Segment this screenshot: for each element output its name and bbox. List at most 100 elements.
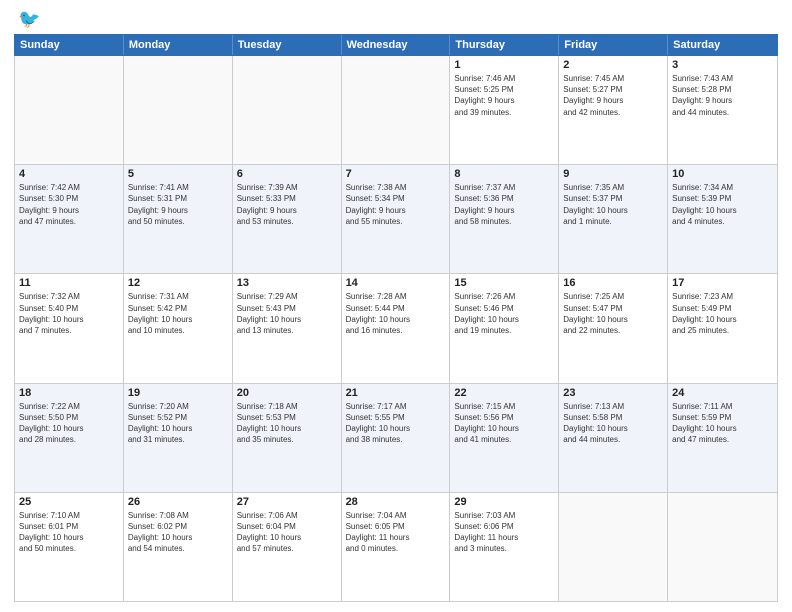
calendar-week-1: 1 Sunrise: 7:46 AM Sunset: 5:25 PM Daylig… [15,56,777,165]
calendar-cell: 16 Sunrise: 7:25 AM Sunset: 5:47 PM Dayli… [559,274,668,382]
calendar-cell: 21Sunrise: 7:17 AM Sunset: 5:55 PM Dayli… [342,384,451,492]
day-number: 8 [454,168,554,180]
calendar-cell: 18 Sunrise: 7:22 AM Sunset: 5:50 PM Dayli… [15,384,124,492]
day-info: Sunrise: 7:15 AM Sunset: 5:56 PM Dayligh… [454,401,554,446]
calendar-cell: 6 Sunrise: 7:39 AM Sunset: 5:33 PM Daylig… [233,165,342,273]
day-number: 3 [672,59,773,71]
day-number: 1 [454,59,554,71]
day-info: Sunrise: 7:18 AM Sunset: 5:53 PM Dayligh… [237,401,337,446]
calendar-cell [233,56,342,164]
calendar-cell: 8 Sunrise: 7:37 AM Sunset: 5:36 PM Daylig… [450,165,559,273]
calendar-week-4: 18 Sunrise: 7:22 AM Sunset: 5:50 PM Dayli… [15,384,777,493]
day-number: 5 [128,168,228,180]
calendar-header-monday: Monday [124,35,233,55]
calendar: SundayMondayTuesdayWednesdayThursdayFrid… [14,34,778,602]
day-info: Sunrise: 7:39 AM Sunset: 5:33 PM Dayligh… [237,182,337,227]
calendar-cell [124,56,233,164]
calendar-header-wednesday: Wednesday [342,35,451,55]
calendar-cell: 20 Sunrise: 7:18 AM Sunset: 5:53 PM Dayli… [233,384,342,492]
day-number: 22 [454,387,554,399]
day-info: Sunrise: 7:22 AM Sunset: 5:50 PM Dayligh… [19,401,119,446]
day-number: 9 [563,168,663,180]
calendar-cell: 27 Sunrise: 7:06 AM Sunset: 6:04 PM Dayli… [233,493,342,601]
calendar-cell [15,56,124,164]
calendar-header-tuesday: Tuesday [233,35,342,55]
calendar-cell: 26 Sunrise: 7:08 AM Sunset: 6:02 PM Dayli… [124,493,233,601]
day-number: 28 [346,496,446,508]
day-number: 7 [346,168,446,180]
calendar-body: 1 Sunrise: 7:46 AM Sunset: 5:25 PM Daylig… [14,56,778,602]
logo: 🐦 [14,10,40,28]
calendar-cell: 10Sunrise: 7:34 AM Sunset: 5:39 PM Dayli… [668,165,777,273]
calendar-cell: 22 Sunrise: 7:15 AM Sunset: 5:56 PM Dayli… [450,384,559,492]
day-info: Sunrise: 7:10 AM Sunset: 6:01 PM Dayligh… [19,510,119,555]
day-number: 6 [237,168,337,180]
day-number: 10 [672,168,773,180]
day-info: Sunrise: 7:41 AM Sunset: 5:31 PM Dayligh… [128,182,228,227]
calendar-cell: 29Sunrise: 7:03 AM Sunset: 6:06 PM Dayli… [450,493,559,601]
day-info: Sunrise: 7:32 AM Sunset: 5:40 PM Dayligh… [19,291,119,336]
calendar-cell: 2 Sunrise: 7:45 AM Sunset: 5:27 PM Daylig… [559,56,668,164]
day-info: Sunrise: 7:46 AM Sunset: 5:25 PM Dayligh… [454,73,554,118]
calendar-week-3: 11 Sunrise: 7:32 AM Sunset: 5:40 PM Dayli… [15,274,777,383]
day-number: 20 [237,387,337,399]
day-number: 16 [563,277,663,289]
calendar-cell: 17Sunrise: 7:23 AM Sunset: 5:49 PM Dayli… [668,274,777,382]
day-info: Sunrise: 7:11 AM Sunset: 5:59 PM Dayligh… [672,401,773,446]
day-number: 13 [237,277,337,289]
calendar-header: SundayMondayTuesdayWednesdayThursdayFrid… [14,34,778,56]
day-number: 25 [19,496,119,508]
day-number: 24 [672,387,773,399]
calendar-week-5: 25 Sunrise: 7:10 AM Sunset: 6:01 PM Dayli… [15,493,777,601]
calendar-cell: 7 Sunrise: 7:38 AM Sunset: 5:34 PM Daylig… [342,165,451,273]
day-info: Sunrise: 7:06 AM Sunset: 6:04 PM Dayligh… [237,510,337,555]
day-number: 27 [237,496,337,508]
day-number: 2 [563,59,663,71]
day-info: Sunrise: 7:13 AM Sunset: 5:58 PM Dayligh… [563,401,663,446]
day-number: 23 [563,387,663,399]
calendar-cell: 19Sunrise: 7:20 AM Sunset: 5:52 PM Dayli… [124,384,233,492]
calendar-week-2: 4 Sunrise: 7:42 AM Sunset: 5:30 PM Daylig… [15,165,777,274]
day-number: 4 [19,168,119,180]
calendar-cell [668,493,777,601]
calendar-header-thursday: Thursday [450,35,559,55]
day-number: 14 [346,277,446,289]
calendar-cell: 25 Sunrise: 7:10 AM Sunset: 6:01 PM Dayli… [15,493,124,601]
day-info: Sunrise: 7:25 AM Sunset: 5:47 PM Dayligh… [563,291,663,336]
day-info: Sunrise: 7:31 AM Sunset: 5:42 PM Dayligh… [128,291,228,336]
calendar-cell: 1 Sunrise: 7:46 AM Sunset: 5:25 PM Daylig… [450,56,559,164]
calendar-cell: 24 Sunrise: 7:11 AM Sunset: 5:59 PM Dayli… [668,384,777,492]
page: 🐦 SundayMondayTuesdayWednesdayThursdayFr… [0,0,792,612]
day-info: Sunrise: 7:29 AM Sunset: 5:43 PM Dayligh… [237,291,337,336]
day-info: Sunrise: 7:03 AM Sunset: 6:06 PM Dayligh… [454,510,554,555]
day-info: Sunrise: 7:20 AM Sunset: 5:52 PM Dayligh… [128,401,228,446]
day-info: Sunrise: 7:38 AM Sunset: 5:34 PM Dayligh… [346,182,446,227]
day-info: Sunrise: 7:28 AM Sunset: 5:44 PM Dayligh… [346,291,446,336]
calendar-cell: 11 Sunrise: 7:32 AM Sunset: 5:40 PM Dayli… [15,274,124,382]
calendar-header-saturday: Saturday [668,35,777,55]
calendar-cell: 28Sunrise: 7:04 AM Sunset: 6:05 PM Dayli… [342,493,451,601]
calendar-cell [342,56,451,164]
day-info: Sunrise: 7:35 AM Sunset: 5:37 PM Dayligh… [563,182,663,227]
day-info: Sunrise: 7:17 AM Sunset: 5:55 PM Dayligh… [346,401,446,446]
calendar-cell: 9 Sunrise: 7:35 AM Sunset: 5:37 PM Daylig… [559,165,668,273]
day-number: 11 [19,277,119,289]
calendar-cell: 14 Sunrise: 7:28 AM Sunset: 5:44 PM Dayli… [342,274,451,382]
day-number: 12 [128,277,228,289]
logo-bird-icon: 🐦 [18,10,40,28]
day-info: Sunrise: 7:43 AM Sunset: 5:28 PM Dayligh… [672,73,773,118]
day-info: Sunrise: 7:42 AM Sunset: 5:30 PM Dayligh… [19,182,119,227]
day-number: 15 [454,277,554,289]
day-number: 17 [672,277,773,289]
day-info: Sunrise: 7:08 AM Sunset: 6:02 PM Dayligh… [128,510,228,555]
day-number: 18 [19,387,119,399]
day-info: Sunrise: 7:26 AM Sunset: 5:46 PM Dayligh… [454,291,554,336]
day-info: Sunrise: 7:45 AM Sunset: 5:27 PM Dayligh… [563,73,663,118]
calendar-header-friday: Friday [559,35,668,55]
day-number: 26 [128,496,228,508]
header: 🐦 [14,10,778,28]
calendar-cell: 4 Sunrise: 7:42 AM Sunset: 5:30 PM Daylig… [15,165,124,273]
calendar-cell: 5 Sunrise: 7:41 AM Sunset: 5:31 PM Daylig… [124,165,233,273]
day-info: Sunrise: 7:37 AM Sunset: 5:36 PM Dayligh… [454,182,554,227]
calendar-cell: 13 Sunrise: 7:29 AM Sunset: 5:43 PM Dayli… [233,274,342,382]
